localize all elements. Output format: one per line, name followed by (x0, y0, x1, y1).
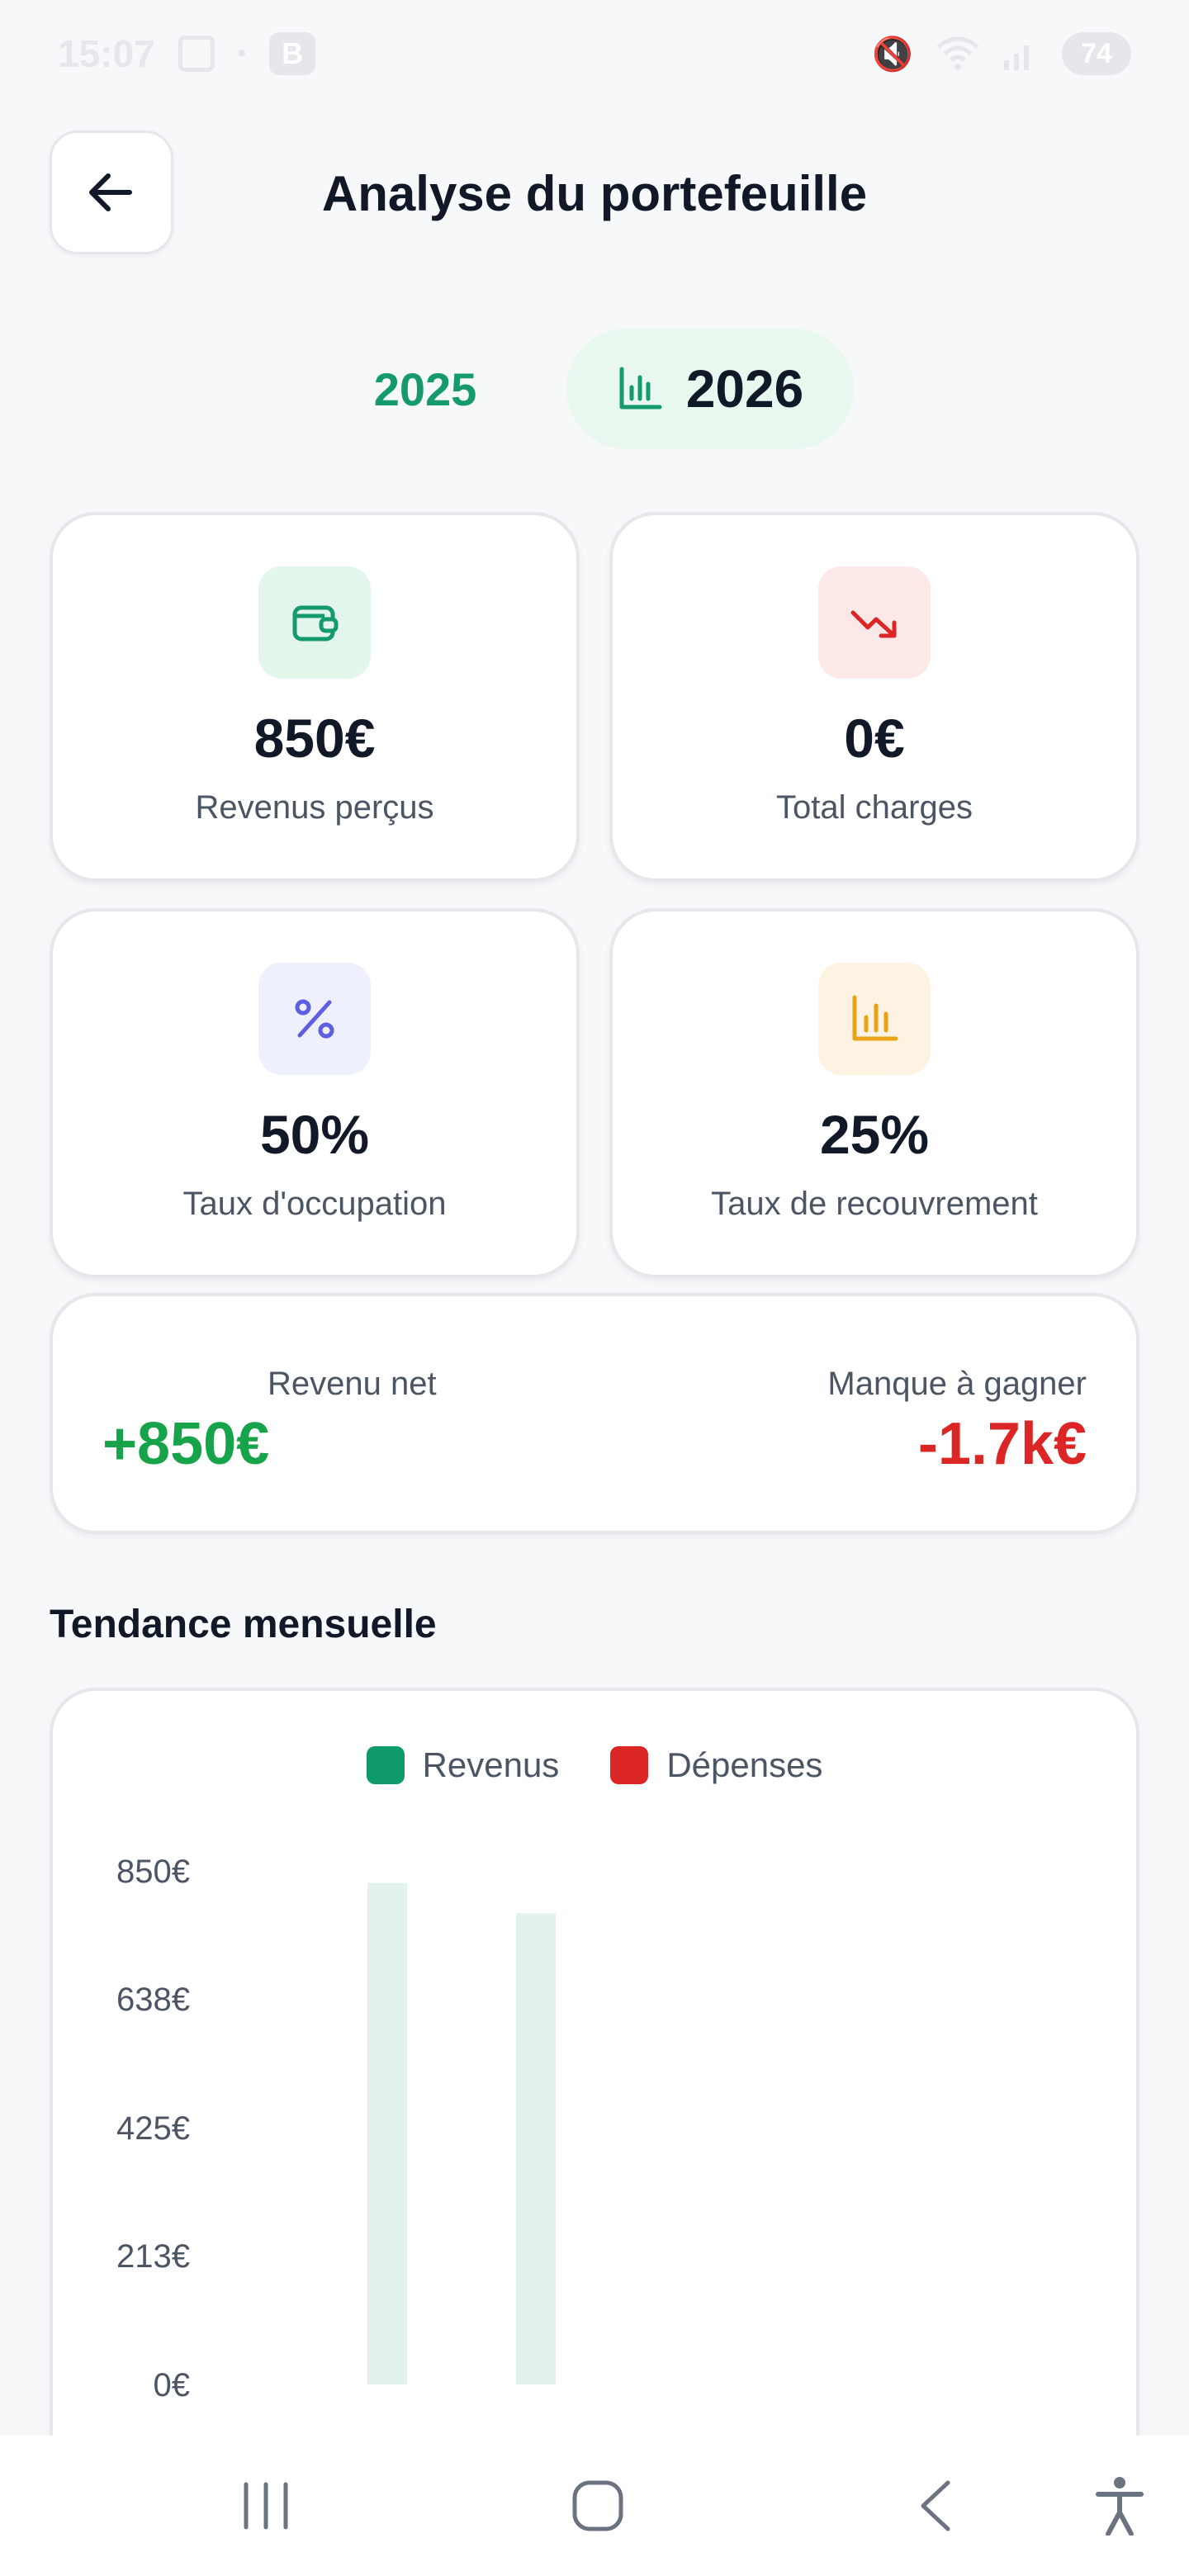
b-app-icon: B (269, 32, 316, 75)
year-tabs: 2025 2026 (0, 329, 1189, 449)
bar-chart-icon (619, 367, 662, 410)
stat-card-occupancy: 50% Taux d'occupation (50, 908, 580, 1278)
tab-year-current[interactable]: 2026 (566, 329, 854, 449)
stat-value: 25% (819, 1104, 930, 1165)
status-time: 15:07 (58, 32, 155, 75)
system-back-button[interactable] (912, 2469, 964, 2543)
status-left: 15:07 • B (58, 31, 316, 76)
stat-label: Revenus perçus (195, 789, 434, 826)
stat-value: 850€ (253, 708, 376, 769)
stat-label: Taux d'occupation (182, 1186, 447, 1222)
percent-icon (258, 963, 371, 1075)
header: Analyse du portefeuille (0, 130, 1189, 254)
mute-icon: 🔇 (872, 36, 913, 73)
stat-card-charges: 0€ Total charges (609, 512, 1139, 882)
y-tick-label: 425€ (116, 2110, 190, 2147)
stat-value: 50% (259, 1104, 370, 1165)
wifi-icon (936, 36, 979, 70)
bar-revenus[interactable] (367, 1882, 407, 2384)
system-nav-bar (0, 2436, 1189, 2576)
shortfall-value: -1.7k€ (917, 1411, 1087, 1477)
y-tick-label: 0€ (154, 2367, 191, 2403)
wallet-icon (258, 566, 371, 679)
y-tick-label: 213€ (116, 2238, 190, 2275)
battery-icon: 74 (1062, 32, 1131, 75)
signal-icon (1004, 45, 1029, 70)
tab-year-prev[interactable]: 2025 (339, 329, 512, 449)
stat-card-recovery: 25% Taux de recouvrement (609, 908, 1139, 1278)
chevron-left-icon (921, 2480, 950, 2531)
stat-value: 0€ (844, 708, 905, 769)
shortfall-label: Manque à gagner (827, 1366, 1087, 1402)
net-summary-card: Revenu net +850€ Manque à gagner -1.7k€ (50, 1293, 1139, 1534)
net-revenue-label: Revenu net (268, 1366, 437, 1402)
trend-chart: 850€ 638€ 425€ 213€ 0€ (116, 1854, 556, 2403)
recent-apps-icon (244, 2482, 288, 2530)
section-title-trend: Tendance mensuelle (50, 1603, 437, 1646)
bar-chart-icon (818, 963, 931, 1075)
net-revenue-value: +850€ (102, 1411, 270, 1477)
y-tick-label: 638€ (116, 1982, 190, 2018)
page-title: Analyse du portefeuille (321, 166, 868, 221)
home-icon (572, 2480, 623, 2531)
status-bar: 15:07 • B 🔇 74 (0, 0, 1189, 107)
stat-label: Taux de recouvrement (711, 1186, 1038, 1222)
y-tick-label: 850€ (116, 1854, 190, 1890)
stat-label: Total charges (776, 789, 973, 826)
accessibility-button[interactable] (1093, 2469, 1146, 2543)
stat-card-revenue: 850€ Revenus perçus (50, 512, 580, 882)
status-right: 🔇 74 (872, 32, 1131, 75)
screenshot-icon (178, 36, 215, 72)
recent-apps-button[interactable] (239, 2469, 292, 2543)
bar-revenus[interactable] (516, 1913, 556, 2384)
home-button[interactable] (571, 2469, 624, 2543)
accessibility-icon (1096, 2477, 1144, 2536)
trending-down-icon (818, 566, 931, 679)
dot-icon: • (237, 40, 247, 67)
tab-year-current-label: 2026 (685, 359, 804, 419)
